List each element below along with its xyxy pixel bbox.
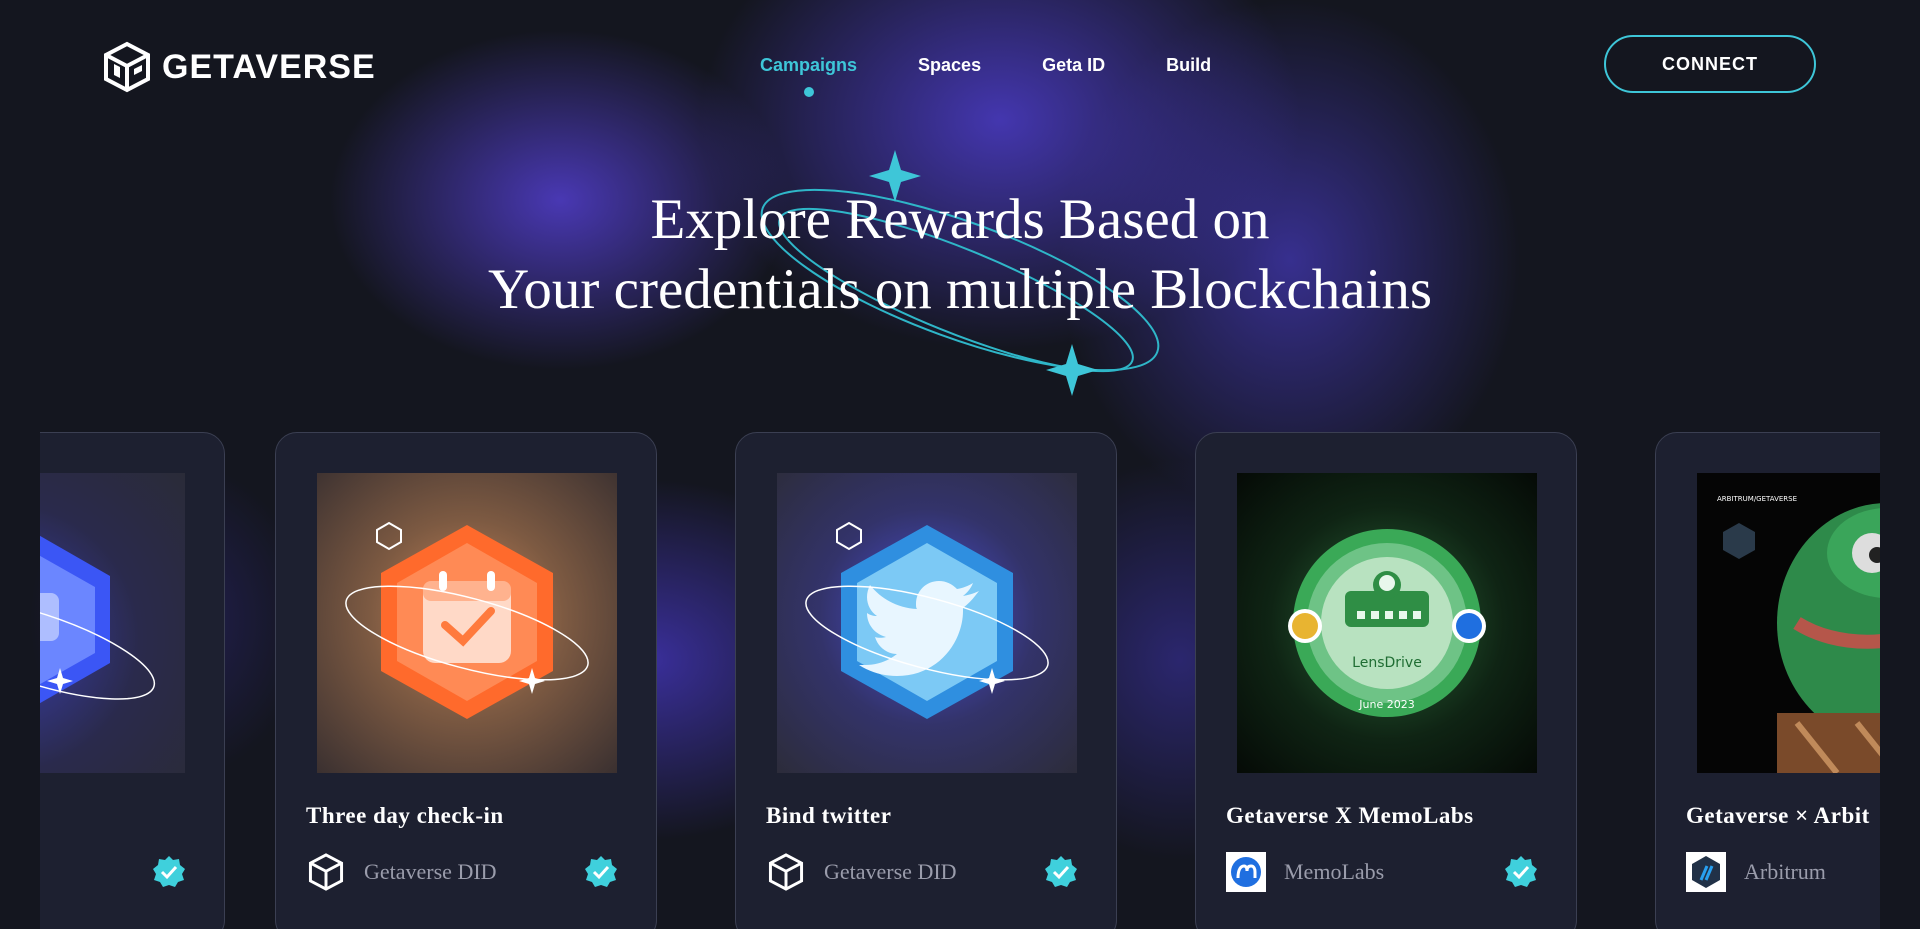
card-title: Three day check-in — [306, 803, 504, 828]
card-footer: Getaverse DID — [306, 851, 628, 893]
card-image: LensDrive June 2023 — [1237, 473, 1537, 773]
top-navbar: GETAVERSE Campaigns Spaces Geta ID Build… — [0, 0, 1920, 130]
issuer-logo — [766, 852, 806, 892]
getaverse-cube-icon — [308, 853, 344, 891]
verified-badge-icon — [585, 856, 617, 887]
arbitrum-pepe-badge-icon — [1723, 503, 1880, 773]
issuer-name: Getaverse DID — [824, 859, 957, 884]
lensdrive-badge-text: LensDrive — [1352, 655, 1422, 671]
card-image: ARBITRUM/GETAVERSE — [1697, 473, 1880, 773]
sparkle-icon — [1046, 344, 1098, 396]
campaign-card[interactable]: LensDrive June 2023 Getaverse X MemoLabs… — [1195, 432, 1577, 929]
getaverse-cube-icon — [768, 853, 804, 891]
arbitrum-badge-caption: ARBITRUM/GETAVERSE — [1717, 495, 1798, 503]
hero-headline: Explore Rewards Based on Your credential… — [0, 185, 1920, 325]
nav-spaces-label: Spaces — [918, 55, 982, 75]
card-image — [317, 473, 617, 773]
hero-line-1: Explore Rewards Based on — [650, 188, 1270, 251]
nav-campaigns-label: Campaigns — [760, 55, 858, 75]
nav-build-label: Build — [1166, 55, 1212, 75]
issuer-name: Getaverse DID — [364, 859, 497, 884]
memolabs-logo-icon — [1226, 852, 1266, 892]
card-image — [777, 473, 1077, 773]
card-footer: Getaverse DID — [766, 851, 1088, 893]
card-image — [40, 473, 185, 773]
lensdrive-badge-icon — [1288, 529, 1486, 717]
main-nav: Campaigns Spaces Geta ID Build — [760, 55, 1272, 97]
arbitrum-logo-icon — [1686, 852, 1726, 892]
campaign-card[interactable]: D — [40, 432, 225, 929]
brand-name: GETAVERSE — [162, 47, 376, 86]
card-footer: Arbitrum — [1686, 851, 1880, 893]
nav-geta-id[interactable]: Geta ID — [1042, 55, 1105, 76]
card-title: Getaverse X MemoLabs — [1226, 803, 1474, 828]
getaverse-cube-icon — [104, 41, 150, 93]
issuer-name: MemoLabs — [1284, 859, 1385, 884]
card-title: Bind twitter — [766, 803, 892, 828]
verified-badge-icon — [1505, 856, 1537, 887]
card-footer: MemoLabs — [1226, 851, 1548, 893]
campaign-card[interactable]: Three day check-in Getaverse DID — [275, 432, 657, 929]
calendar-check-badge-icon — [345, 521, 589, 719]
blue-hexagon-badge-icon — [40, 535, 156, 704]
campaign-card[interactable]: Bind twitter Getaverse DID — [735, 432, 1117, 929]
nav-geta-id-label: Geta ID — [1042, 55, 1106, 75]
campaign-carousel[interactable]: D Three day check-in — [40, 432, 1880, 929]
brand-logo[interactable]: GETAVERSE — [100, 40, 376, 94]
nav-campaigns[interactable]: Campaigns — [760, 55, 858, 97]
card-title: Getaverse × Arbit — [1686, 803, 1870, 828]
lensdrive-badge-date: June 2023 — [1359, 698, 1415, 711]
issuer-logo — [306, 852, 346, 892]
hero-line-2: Your credentials on multiple Blockchains — [487, 258, 1433, 321]
verified-badge-icon — [1045, 856, 1077, 887]
nav-spaces[interactable]: Spaces — [918, 55, 981, 76]
card-footer: D — [40, 851, 196, 893]
connect-button[interactable]: CONNECT — [1604, 35, 1816, 93]
active-indicator-dot — [803, 87, 814, 97]
twitter-bird-badge-icon — [805, 521, 1049, 719]
issuer-name: Arbitrum — [1744, 859, 1826, 884]
campaign-card[interactable]: ARBITRUM/GETAVERSE Getaverse × Arbit Arb — [1655, 432, 1880, 929]
nav-build[interactable]: Build — [1166, 55, 1211, 76]
verified-badge-icon — [153, 856, 185, 887]
